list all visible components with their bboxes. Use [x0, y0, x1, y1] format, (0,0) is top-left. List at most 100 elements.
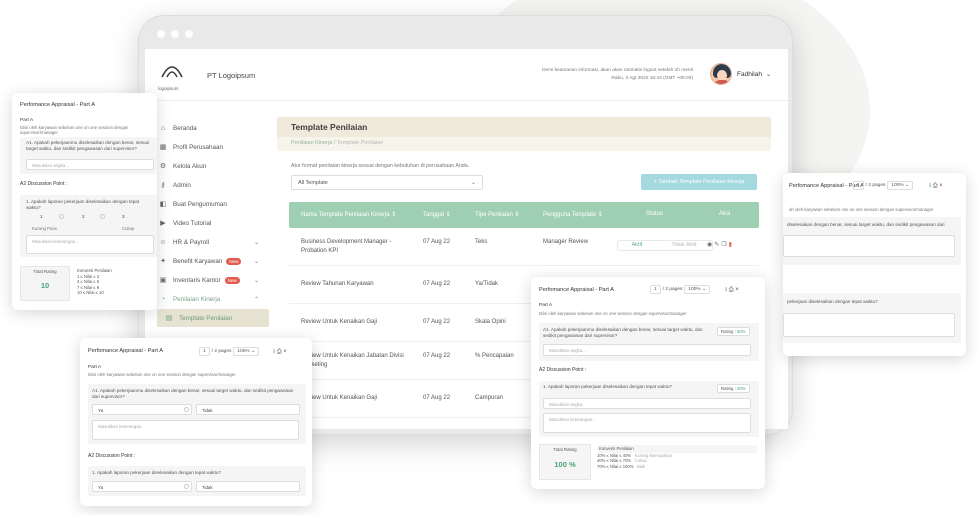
box-icon: ▣: [159, 277, 167, 284]
sidebar-item-label: HR & Payroll: [173, 238, 210, 246]
window-dot[interactable]: [171, 30, 179, 38]
page-number-input[interactable]: 1: [199, 347, 210, 356]
option-yes[interactable]: Ya: [92, 404, 192, 415]
window-controls: [157, 30, 193, 38]
window-dot[interactable]: [185, 30, 193, 38]
card-toolbar: ⭳ ⎙ ×: [725, 285, 739, 295]
sidebar-item-label: Profil Perusahaan: [173, 143, 224, 151]
breadcrumb-link[interactable]: Penilaian Kinerja: [291, 140, 332, 146]
pager: 1/ 2 pages 100% ⌄: [851, 181, 915, 190]
top-bar: logoipsum PT Logoipsum Demi keamanan inf…: [145, 49, 788, 101]
rating-label: Rating :: [721, 386, 736, 391]
close-icon[interactable]: ×: [939, 183, 943, 189]
table-row[interactable]: Business Development Manager - Probation…: [289, 228, 759, 266]
total-rating-label: Total Rating: [553, 447, 577, 452]
sidebar-item-profil-perusahaan[interactable]: ▦ Profil Perusahaan: [157, 139, 269, 155]
sidebar-item-penilaian-kinerja[interactable]: ◔ Penilaian Kinerja ⌃: [157, 291, 269, 307]
trash-icon[interactable]: ▮: [729, 242, 734, 248]
sidebar-item-hr-payroll[interactable]: ☺ HR & Payroll ⌄: [157, 234, 269, 250]
select-value: All Template: [298, 180, 328, 186]
close-icon[interactable]: ×: [735, 287, 739, 293]
avatar[interactable]: [710, 63, 732, 85]
comment-textarea[interactable]: Masukkan keterangan...: [26, 235, 154, 254]
answer-input[interactable]: Masukkan angka...: [543, 344, 751, 356]
sidebar-item-video-tutorial[interactable]: ▶ Video Tutorial: [157, 215, 269, 231]
close-icon[interactable]: ×: [283, 349, 287, 355]
column-header: Aksi: [719, 211, 731, 217]
radio-button[interactable]: [184, 407, 189, 412]
radio-button[interactable]: [184, 484, 189, 489]
status-active[interactable]: Aktif: [618, 241, 656, 250]
template-date: 07 Aug 22: [423, 319, 451, 325]
company-name: PT Logoipsum: [207, 71, 256, 80]
scale-value: 1: [40, 214, 43, 219]
copy-icon[interactable]: ❐: [721, 242, 728, 248]
zoom-select[interactable]: 100% ⌄: [887, 181, 914, 190]
column-header[interactable]: Tipe Penilaian ⇕: [475, 211, 520, 218]
sidebar-item-benefit-karyawan[interactable]: ✦ Benefit Karyawan New ⌄: [157, 253, 269, 269]
print-icon[interactable]: ⎙: [729, 287, 734, 293]
scale-value: 2: [82, 214, 85, 219]
column-header[interactable]: Pengguna Template ⇕: [543, 211, 603, 218]
answer-input[interactable]: Masukkan angka...: [26, 159, 154, 170]
download-icon[interactable]: ⭳: [929, 183, 931, 189]
option-no[interactable]: Tidak: [196, 404, 300, 415]
sidebar-item-kelola-akun[interactable]: ⚙ Kelola Akun: [157, 158, 269, 174]
user-menu[interactable]: Fadhilah ⌄: [737, 71, 771, 78]
print-icon[interactable]: ⎙: [277, 349, 282, 355]
status-toggle[interactable]: Aktif Tidak Aktif: [617, 240, 713, 251]
column-header[interactable]: Nama Template Penilaian Kinerja ⇕: [301, 211, 396, 218]
template-type: Campuran: [475, 395, 504, 401]
total-rating-value: 10: [40, 281, 50, 290]
appraisal-card-bottom: Perfomance Appraisal - Part A 1/ 2 pages…: [80, 338, 312, 506]
video-icon: ▶: [160, 220, 166, 227]
rating-badge: Rating : 50%: [717, 327, 750, 336]
sidebar-item-beranda[interactable]: ⌂ Beranda: [157, 120, 269, 136]
sidebar-item-template-penilaian[interactable]: ▤ Template Penilaian: [157, 309, 269, 327]
sidebar-item-buat-pengumuman[interactable]: ◧ Buat Pengumuman: [157, 196, 269, 212]
print-icon[interactable]: ⎙: [933, 183, 938, 189]
scale-radio[interactable]: [59, 214, 64, 219]
sidebar-item-inventaris-kantor[interactable]: ▣ Inventaris Kantor New ⌄: [157, 272, 269, 288]
sidebar-item-label: Inventaris Kantor: [173, 276, 221, 284]
download-icon[interactable]: ⭳: [273, 349, 275, 355]
total-rating-value: 100 %: [554, 460, 576, 469]
chart-icon: ◔: [160, 295, 166, 303]
option-no[interactable]: Tidak: [196, 481, 300, 492]
session-notice-line2: Rabu, 3 Agt 2022 16:44 (GMT +06:00): [611, 76, 693, 81]
zoom-value: 100%: [891, 183, 904, 188]
card-part: Part A: [88, 365, 102, 370]
card-description: Diisi oleh karyawan sebelum one on one s…: [539, 311, 687, 316]
status-inactive[interactable]: Tidak Aktif: [656, 241, 712, 250]
sidebar-item-admin[interactable]: ⚷ Admin: [157, 177, 269, 193]
zoom-select[interactable]: 100% ⌄: [233, 347, 260, 356]
zoom-select[interactable]: 100% ⌄: [684, 285, 711, 294]
logo-text: logoipsum: [158, 86, 179, 91]
download-icon[interactable]: ⭳: [725, 287, 727, 293]
question-text: A1. Apakah pekerjaanmu diselesaikan deng…: [543, 327, 703, 338]
column-header[interactable]: Tanggal ⇕: [423, 211, 451, 218]
answer-input[interactable]: Masukkan angka...: [543, 398, 751, 409]
question-text: A1. Apakah pekerjaanmu diselesaikan deng…: [92, 388, 294, 399]
building-icon: ▦: [159, 144, 167, 151]
add-template-button[interactable]: + Tambah Template Penilaian Kinerja: [641, 174, 757, 190]
card-title: Perfomance Appraisal - Part A: [539, 287, 614, 293]
template-type: Ya/Tidak: [475, 281, 499, 287]
scale-radio[interactable]: [100, 214, 105, 219]
rating-label: Rating :: [721, 329, 736, 334]
window-dot[interactable]: [157, 30, 165, 38]
comment-textarea[interactable]: [783, 313, 955, 337]
option-yes[interactable]: Ya: [92, 481, 192, 492]
conversion-table: Konversi Penilaian 1 ≤ Nilai ≤ 3 4 ≤ Nil…: [77, 268, 112, 296]
page-number-input[interactable]: 1: [853, 181, 864, 190]
comment-textarea[interactable]: Masukkan keterangan...: [543, 413, 751, 433]
new-badge: New: [226, 257, 242, 265]
comment-textarea[interactable]: Masukkan keterangan...: [92, 420, 299, 440]
option-label: Ya: [98, 408, 104, 413]
key-icon: ⚷: [160, 182, 166, 189]
answer-input[interactable]: [783, 235, 955, 257]
template-name: Review Untuk Kenaikan Jabatan Divisi Mar…: [301, 353, 404, 368]
table-header: Nama Template Penilaian Kinerja ⇕ Tangga…: [289, 202, 759, 228]
page-number-input[interactable]: 1: [650, 285, 661, 294]
template-filter-select[interactable]: All Template ⌄: [291, 175, 483, 190]
